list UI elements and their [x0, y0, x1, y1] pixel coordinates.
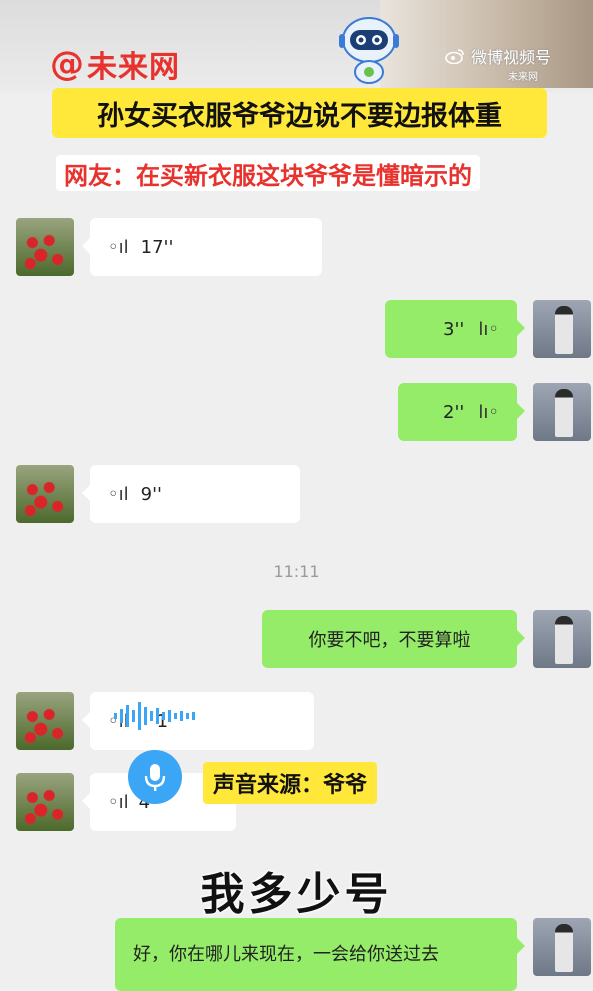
voice-wave-icon: lı◦	[478, 318, 499, 340]
audio-waveform-icon	[114, 702, 195, 730]
text-message-bubble[interactable]: 好，你在哪儿来现在，一会给你送过去	[115, 918, 525, 991]
subline-caption: 网友：在买新衣服这块爷爷是懂暗示的	[56, 155, 480, 191]
weibo-label: 微博视频号	[471, 48, 552, 67]
message-text: 你要不吧，不要算啦	[308, 630, 471, 651]
avatar-grandpa[interactable]	[16, 218, 74, 276]
brand-at: @	[50, 44, 85, 84]
voice-wave-icon: ◦ıl	[108, 483, 129, 505]
voice-wave-icon: lı◦	[478, 401, 499, 423]
avatar-grandpa[interactable]	[16, 465, 74, 523]
voice-duration: 9''	[140, 483, 162, 505]
voice-wave-icon: ◦ıl	[108, 791, 129, 813]
voice-message-bubble[interactable]: 2'' lı◦	[398, 383, 525, 441]
avatar-granddaughter[interactable]	[533, 918, 591, 976]
voice-message-bubble[interactable]: ◦ıl 9''	[82, 465, 300, 523]
chat-timestamp: 11:11	[273, 562, 320, 581]
weibo-sub-label: 未来网	[508, 72, 538, 83]
avatar-granddaughter[interactable]	[533, 610, 591, 668]
brand-name: 未来网	[87, 50, 180, 85]
avatar-granddaughter[interactable]	[533, 383, 591, 441]
video-caption: 我多少号	[200, 869, 393, 920]
brand-logo: @ 未来网	[50, 44, 180, 85]
voice-duration: 17''	[140, 236, 174, 258]
avatar-granddaughter[interactable]	[533, 300, 591, 358]
message-text: 好，你在哪儿来现在，一会给你送过去	[133, 943, 439, 965]
voice-message-bubble[interactable]: 3'' lı◦	[385, 300, 525, 358]
headline-banner: 孙女买衣服爷爷边说不要边报体重	[52, 88, 547, 138]
microphone-icon	[128, 750, 182, 804]
voice-duration: 3''	[443, 318, 465, 340]
voice-message-bubble[interactable]: ◦ıl 17''	[82, 218, 322, 276]
avatar-grandpa[interactable]	[16, 692, 74, 750]
avatar-grandpa[interactable]	[16, 773, 74, 831]
weibo-watermark: 微博视频号	[445, 44, 551, 68]
voice-wave-icon: ◦ıl	[108, 236, 129, 258]
weibo-icon	[445, 49, 464, 64]
robot-mascot-icon	[339, 17, 399, 84]
text-message-bubble[interactable]: 你要不吧，不要算啦	[262, 610, 525, 668]
voice-duration: 2''	[443, 401, 465, 423]
voice-source-label: 声音来源：爷爷	[203, 762, 378, 804]
